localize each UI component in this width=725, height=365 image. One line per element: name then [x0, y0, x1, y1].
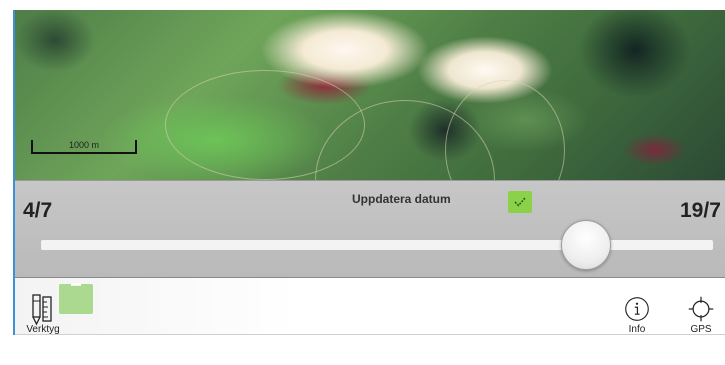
- map-scale-bar: 1000 m: [31, 140, 137, 154]
- update-date-checkbox[interactable]: [508, 191, 532, 213]
- map-road: [445, 80, 565, 180]
- map-scale-label: 1000 m: [68, 140, 100, 150]
- date-slider-panel: 4/7 Uppdatera datum 19/7: [15, 180, 725, 278]
- gps-label: GPS: [690, 324, 712, 335]
- page-background: [0, 335, 725, 365]
- info-button[interactable]: Info: [617, 278, 657, 335]
- satellite-map[interactable]: 1000 m: [15, 10, 725, 180]
- end-date-label: 19/7: [680, 199, 721, 222]
- date-slider-thumb[interactable]: [561, 220, 611, 270]
- checkmark-icon: [514, 197, 526, 207]
- date-slider-track[interactable]: [41, 240, 713, 250]
- info-icon: [625, 297, 649, 321]
- start-date-label: 4/7: [23, 199, 53, 222]
- bottom-toolbar: Verktyg ▔ Info GPS: [15, 278, 725, 335]
- notification-badge: ▔: [59, 284, 93, 314]
- update-date-label: Uppdatera datum: [352, 192, 451, 206]
- info-label: Info: [628, 324, 646, 335]
- gps-button[interactable]: GPS: [681, 278, 721, 335]
- verktyg-button[interactable]: Verktyg ▔: [19, 278, 93, 335]
- verktyg-label: Verktyg: [26, 324, 60, 335]
- app-frame: 1000 m 4/7 Uppdatera datum 19/7 Verktyg …: [0, 0, 725, 365]
- crosshair-icon: [688, 296, 714, 322]
